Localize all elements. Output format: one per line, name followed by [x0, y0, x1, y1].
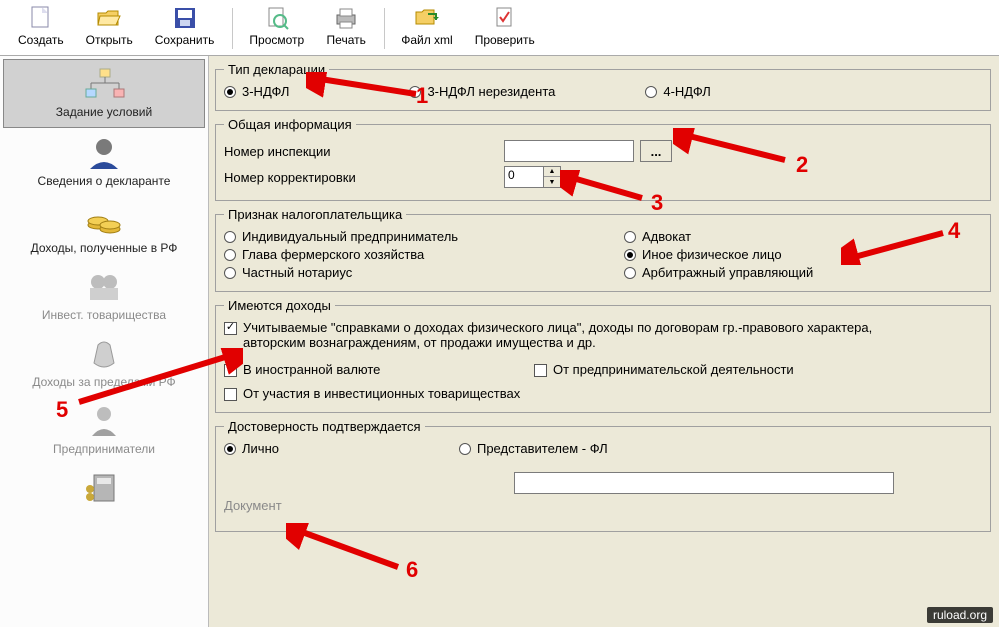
sidebar-item-declarant[interactable]: Сведения о декларанте: [0, 129, 208, 196]
sidebar-item-invest[interactable]: Инвест. товарищества: [0, 263, 208, 330]
label-correction-number: Номер корректировки: [224, 170, 484, 185]
folder-open-icon: [95, 4, 123, 32]
calculator-icon: [81, 470, 127, 506]
coins-icon: [81, 202, 127, 238]
toolbar-preview-label: Просмотр: [249, 33, 304, 47]
toolbar-separator: [384, 8, 385, 49]
watermark: ruload.org: [927, 607, 993, 623]
sidebar-item-label: Сведения о декларанте: [38, 174, 171, 188]
sidebar-item-label: Доходы, полученные в РФ: [31, 241, 178, 255]
group-declaration-type: Тип декларации 3-НДФЛ 3-НДФЛ нерезидента…: [215, 62, 991, 111]
label-document: Документ: [224, 498, 484, 513]
radio-individual-entrepreneur[interactable]: Индивидуальный предприниматель: [224, 229, 458, 244]
sidebar-item-conditions[interactable]: Задание условий: [3, 59, 205, 128]
radio-advocate[interactable]: Адвокат: [624, 229, 691, 244]
toolbar-print[interactable]: Печать: [316, 2, 376, 55]
toolbar-print-label: Печать: [327, 33, 366, 47]
sidebar-item-incomes-abroad[interactable]: Доходы за пределами РФ: [0, 330, 208, 397]
toolbar-xml-label: Файл xml: [401, 33, 453, 47]
radio-private-notary[interactable]: Частный нотариус: [224, 265, 352, 280]
content-panel: Тип декларации 3-НДФЛ 3-НДФЛ нерезидента…: [209, 56, 999, 627]
toolbar-open[interactable]: Открыть: [76, 2, 143, 55]
print-icon: [332, 4, 360, 32]
sidebar: Задание условий Сведения о декларанте До…: [0, 56, 209, 627]
businessman-icon: [81, 403, 127, 439]
radio-arbitration-manager[interactable]: Арбитражный управляющий: [624, 265, 813, 280]
group-authenticity: Достоверность подтверждается Лично Предс…: [215, 419, 991, 532]
checkbox-income-certificates[interactable]: Учитываемые "справками о доходах физичес…: [224, 320, 923, 350]
radio-personally[interactable]: Лично: [224, 441, 279, 456]
preview-icon: [263, 4, 291, 32]
radio-3ndfl[interactable]: 3-НДФЛ: [224, 84, 289, 99]
toolbar-save-label: Сохранить: [155, 33, 215, 47]
sidebar-item-label: Задание условий: [56, 105, 152, 119]
input-fio[interactable]: [514, 472, 894, 494]
radio-3ndfl-nonresident[interactable]: 3-НДФЛ нерезидента: [409, 84, 555, 99]
save-icon: [171, 4, 199, 32]
group-incomes: Имеются доходы Учитываемые "справками о …: [215, 298, 991, 413]
flowchart-icon: [81, 66, 127, 102]
group-legend: Достоверность подтверждается: [224, 419, 425, 434]
spinner-buttons[interactable]: ▲▼: [544, 166, 561, 188]
radio-other-individual[interactable]: Иное физическое лицо: [624, 247, 782, 262]
toolbar-open-label: Открыть: [86, 33, 133, 47]
toolbar-check-label: Проверить: [475, 33, 535, 47]
sidebar-item-label: Доходы за пределами РФ: [32, 375, 175, 389]
main-toolbar: Создать Открыть Сохранить Просмотр Печат…: [0, 0, 999, 56]
group-general-info: Общая информация Номер инспекции ... Ном…: [215, 117, 991, 201]
check-icon: [491, 4, 519, 32]
handshake-icon: [81, 269, 127, 305]
money-bag-icon: [81, 336, 127, 372]
sidebar-item-incomes-rf[interactable]: Доходы, полученные в РФ: [0, 196, 208, 263]
checkbox-investment-partnerships[interactable]: От участия в инвестиционных товарищества…: [224, 386, 520, 401]
toolbar-save[interactable]: Сохранить: [145, 2, 225, 55]
checkbox-foreign-currency[interactable]: В иностранной валюте: [224, 362, 380, 377]
group-legend: Тип декларации: [224, 62, 329, 77]
radio-farm-head[interactable]: Глава фермерского хозяйства: [224, 247, 424, 262]
group-taxpayer-attribute: Признак налогоплательщика Индивидуальный…: [215, 207, 991, 292]
sidebar-item-label: Предприниматели: [53, 442, 155, 456]
input-correction-number[interactable]: 0: [504, 166, 544, 188]
spin-down-icon[interactable]: ▼: [544, 177, 560, 187]
toolbar-separator: [232, 8, 233, 49]
group-legend: Общая информация: [224, 117, 356, 132]
toolbar-preview[interactable]: Просмотр: [239, 2, 314, 55]
button-browse-inspection[interactable]: ...: [640, 140, 672, 162]
toolbar-create[interactable]: Создать: [8, 2, 74, 55]
spin-up-icon[interactable]: ▲: [544, 167, 560, 177]
radio-representative-fl[interactable]: Представителем - ФЛ: [459, 441, 608, 456]
person-icon: [81, 135, 127, 171]
radio-4ndfl[interactable]: 4-НДФЛ: [645, 84, 710, 99]
new-file-icon: [27, 4, 55, 32]
label-inspection-number: Номер инспекции: [224, 144, 484, 159]
toolbar-xml[interactable]: Файл xml: [391, 2, 463, 55]
group-legend: Имеются доходы: [224, 298, 335, 313]
sidebar-item-label: Инвест. товарищества: [42, 308, 166, 322]
checkbox-entrepreneurial[interactable]: От предпринимательской деятельности: [534, 362, 794, 377]
xml-file-icon: [413, 4, 441, 32]
toolbar-create-label: Создать: [18, 33, 64, 47]
sidebar-item-entrepreneurs[interactable]: Предприниматели: [0, 397, 208, 464]
group-legend: Признак налогоплательщика: [224, 207, 406, 222]
toolbar-check[interactable]: Проверить: [465, 2, 545, 55]
sidebar-item-deductions[interactable]: [0, 464, 208, 517]
input-inspection-number[interactable]: [504, 140, 634, 162]
